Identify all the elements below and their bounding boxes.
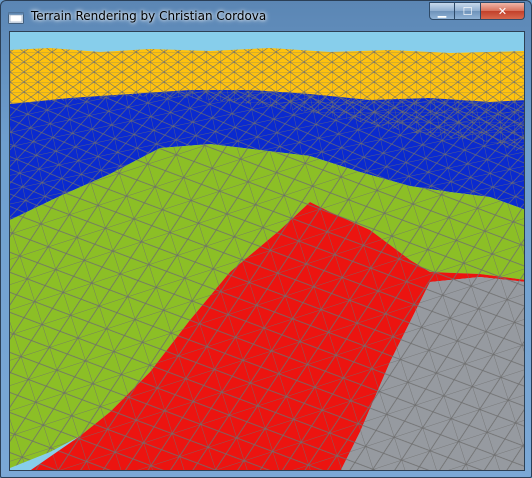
close-icon: ✕ — [497, 4, 508, 18]
window-title: Terrain Rendering by Christian Cordova — [31, 9, 267, 23]
title-bar[interactable]: Terrain Rendering by Christian Cordova ▁… — [1, 1, 531, 31]
render-viewport[interactable] — [9, 31, 525, 471]
minimize-icon: ▁ — [437, 4, 447, 18]
terrain-canvas[interactable] — [10, 32, 525, 471]
app-window-icon[interactable] — [8, 9, 24, 24]
close-button[interactable]: ✕ — [481, 2, 525, 20]
minimize-button[interactable]: ▁ — [429, 2, 455, 20]
app-window: Terrain Rendering by Christian Cordova ▁… — [0, 0, 532, 478]
maximize-button[interactable]: ☐ — [455, 2, 481, 20]
maximize-icon: ☐ — [462, 4, 473, 18]
caption-buttons: ▁ ☐ ✕ — [429, 2, 525, 22]
